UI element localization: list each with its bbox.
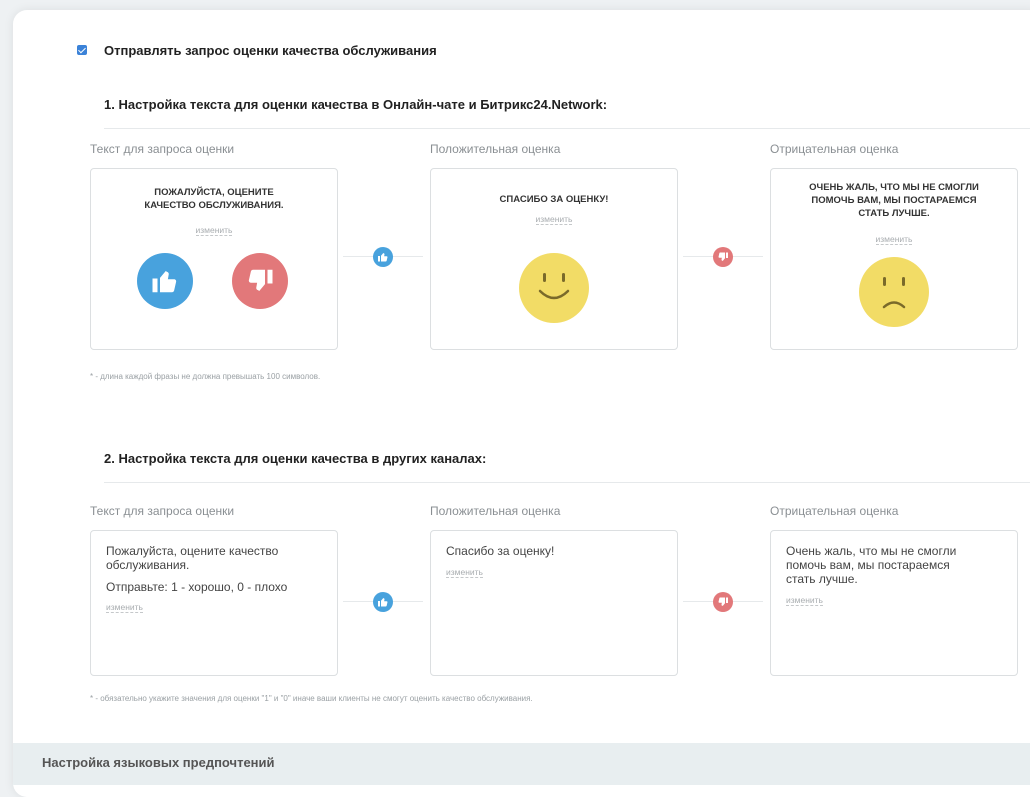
negative-text-line1: Очень жаль, что мы не смогли (786, 544, 957, 558)
rating-settings-panel: Отправлять запрос оценки качества обслуж… (13, 10, 1030, 797)
section1-positive-card: СПАСИБО ЗА ОЦЕНКУ! изменить (430, 168, 678, 350)
request-text-line3: Отправьте: 1 - хорошо, 0 - плохо (106, 580, 288, 594)
thumbs-up-icon (137, 253, 193, 309)
section1-divider (104, 128, 1030, 129)
section2-note: * - обязательно укажите значения для оце… (90, 694, 533, 703)
negative-text-line2: помочь вам, мы постараемся (786, 558, 950, 572)
section1-col-negative: Отрицательная оценка (770, 142, 899, 156)
section1-negative-card: ОЧЕНЬ ЖАЛЬ, ЧТО МЫ НЕ СМОГЛИ ПОМОЧЬ ВАМ,… (770, 168, 1018, 350)
section2-col-positive: Положительная оценка (430, 504, 561, 518)
language-settings-bar[interactable]: Настройка языковых предпочтений (13, 743, 1030, 785)
positive-text: Спасибо за оценку! (446, 544, 555, 558)
section2-divider (104, 482, 1030, 483)
section2-negative-card: Очень жаль, что мы не смогли помочь вам,… (770, 530, 1018, 676)
section2-col-negative: Отрицательная оценка (770, 504, 899, 518)
edit-request-link[interactable]: изменить (106, 602, 143, 613)
negative-text-line2: ПОМОЧЬ ВАМ, МЫ ПОСТАРАЕМСЯ (811, 195, 977, 206)
sad-icon (859, 257, 929, 327)
section2-col-request: Текст для запроса оценки (90, 504, 235, 518)
section1-col-positive: Положительная оценка (430, 142, 561, 156)
thumbs-down-icon (713, 592, 733, 612)
request-text-line2: КАЧЕСТВО ОБСЛУЖИВАНИЯ. (144, 200, 284, 211)
section1-request-card: ПОЖАЛУЙСТА, ОЦЕНИТЕ КАЧЕСТВО ОБСЛУЖИВАНИ… (90, 168, 338, 350)
section1-note: * - длина каждой фразы не должна превыша… (90, 372, 321, 381)
edit-negative-link[interactable]: изменить (875, 234, 913, 245)
section1-col-request: Текст для запроса оценки (90, 142, 235, 156)
edit-positive-link[interactable]: изменить (446, 567, 483, 578)
request-text-line1: Пожалуйста, оцените качество (106, 544, 279, 558)
section2-heading: 2. Настройка текста для оценки качества … (104, 451, 487, 466)
section2-request-card: Пожалуйста, оцените качество обслуживани… (90, 530, 338, 676)
enable-rating-label[interactable]: Отправлять запрос оценки качества обслуж… (104, 43, 437, 58)
section2-positive-card: Спасибо за оценку! изменить (430, 530, 678, 676)
edit-positive-link[interactable]: изменить (535, 214, 573, 225)
edit-negative-link[interactable]: изменить (786, 595, 823, 606)
section1-heading: 1. Настройка текста для оценки качества … (104, 97, 608, 112)
thumbs-up-icon (373, 592, 393, 612)
negative-text-line1: ОЧЕНЬ ЖАЛЬ, ЧТО МЫ НЕ СМОГЛИ (809, 182, 979, 193)
negative-text-line3: СТАТЬ ЛУЧШЕ. (858, 208, 930, 219)
positive-text: СПАСИБО ЗА ОЦЕНКУ! (499, 194, 609, 205)
thumbs-down-icon (232, 253, 288, 309)
language-settings-title[interactable]: Настройка языковых предпочтений (42, 755, 275, 770)
enable-rating-checkbox[interactable] (77, 45, 87, 55)
request-text-line1: ПОЖАЛУЙСТА, ОЦЕНИТЕ (154, 187, 274, 198)
request-text-line2: обслуживания. (106, 558, 190, 572)
thumbs-down-icon (713, 247, 733, 267)
negative-text-line3: стать лучше. (786, 572, 858, 586)
thumbs-up-icon (373, 247, 393, 267)
edit-request-link[interactable]: изменить (195, 225, 233, 236)
smile-icon (519, 253, 589, 323)
